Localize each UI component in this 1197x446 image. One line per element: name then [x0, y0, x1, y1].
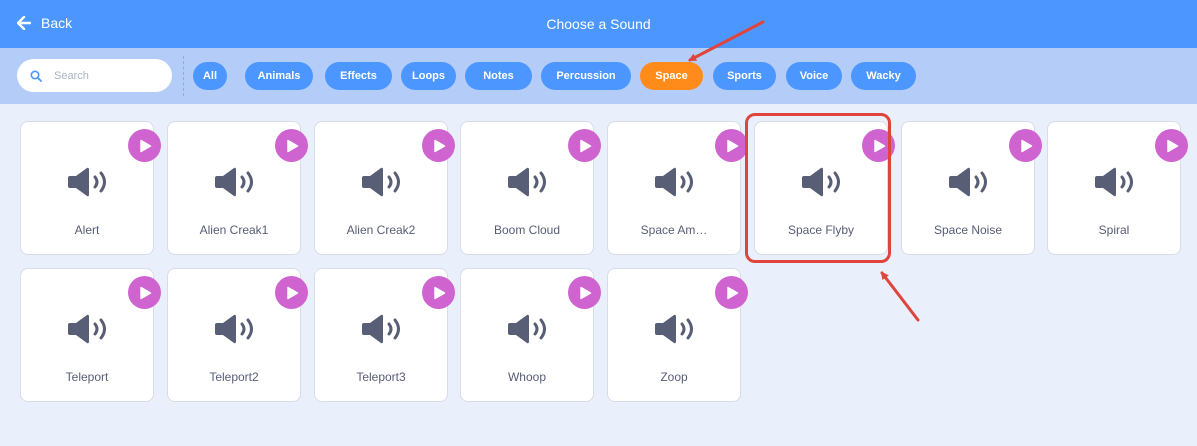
sound-label: Alien Creak1 [199, 223, 269, 237]
tag-space[interactable]: Space [640, 62, 703, 90]
sound-label: Teleport3 [356, 370, 406, 384]
sound-label: Space Flyby [787, 223, 855, 237]
sound-thumbnail [506, 166, 552, 203]
play-button[interactable] [422, 276, 455, 309]
play-icon [1166, 139, 1178, 152]
play-icon [579, 139, 591, 152]
speaker-icon [949, 167, 987, 197]
play-button[interactable] [275, 276, 308, 309]
play-button[interactable] [128, 129, 161, 162]
tag-animals[interactable]: Animals [245, 62, 313, 90]
sound-thumbnail [653, 166, 699, 203]
tag-loops[interactable]: Loops [401, 62, 456, 90]
sound-label: Alien Creak2 [346, 223, 416, 237]
tag-sports[interactable]: Sports [713, 62, 776, 90]
play-button[interactable] [128, 276, 161, 309]
play-icon [139, 286, 151, 299]
play-icon [139, 139, 151, 152]
play-button[interactable] [1155, 129, 1188, 162]
sound-thumbnail [653, 313, 699, 350]
play-button[interactable] [1009, 129, 1042, 162]
speaker-icon [68, 314, 106, 344]
play-icon [579, 286, 591, 299]
tag-wacky[interactable]: Wacky [851, 62, 916, 90]
sound-thumbnail [800, 166, 846, 203]
play-icon [726, 286, 738, 299]
play-button[interactable] [715, 276, 748, 309]
sound-label: Boom Cloud [493, 223, 561, 237]
sound-thumbnail [66, 166, 112, 203]
sound-label: Teleport [65, 370, 109, 384]
speaker-icon [68, 167, 106, 197]
play-button[interactable] [275, 129, 308, 162]
sound-grid: Alert Alien Creak1 Alien Creak2 Boom Clo… [0, 104, 1197, 446]
sound-thumbnail [1093, 166, 1139, 203]
sound-thumbnail [360, 166, 406, 203]
sound-label: Zoop [660, 370, 688, 384]
tag-effects[interactable]: Effects [325, 62, 392, 90]
sound-thumbnail [213, 313, 259, 350]
sound-thumbnail [213, 166, 259, 203]
sound-label: Whoop [507, 370, 547, 384]
search-input[interactable] [54, 69, 164, 82]
speaker-icon [802, 167, 840, 197]
tag-all[interactable]: All [193, 62, 227, 90]
play-icon [286, 286, 298, 299]
speaker-icon [655, 167, 693, 197]
sound-label: Space Am… [640, 223, 708, 237]
speaker-icon [215, 167, 253, 197]
sound-thumbnail [947, 166, 993, 203]
play-icon [1020, 139, 1032, 152]
sound-label: Spiral [1098, 223, 1130, 237]
tag-percussion[interactable]: Percussion [541, 62, 631, 90]
speaker-icon [508, 314, 546, 344]
speaker-icon [362, 314, 400, 344]
play-button[interactable] [568, 276, 601, 309]
play-button[interactable] [862, 129, 895, 162]
speaker-icon [655, 314, 693, 344]
speaker-icon [508, 167, 546, 197]
sound-label: Alert [74, 223, 100, 237]
play-button[interactable] [422, 129, 455, 162]
play-button[interactable] [715, 129, 748, 162]
speaker-icon [362, 167, 400, 197]
play-button[interactable] [568, 129, 601, 162]
play-icon [433, 286, 445, 299]
speaker-icon [215, 314, 253, 344]
sound-label: Space Noise [933, 223, 1003, 237]
filter-divider [183, 56, 184, 96]
sound-thumbnail [506, 313, 552, 350]
modal-header: Back Choose a Sound [0, 0, 1197, 48]
modal-title: Choose a Sound [546, 16, 651, 32]
sound-thumbnail [360, 313, 406, 350]
filter-bar: All Animals Effects Loops Notes Percussion Spa… [0, 48, 1197, 104]
tag-voice[interactable]: Voice [786, 62, 842, 90]
tag-notes[interactable]: Notes [465, 62, 532, 90]
speaker-icon [1095, 167, 1133, 197]
sound-thumbnail [66, 313, 112, 350]
search-icon [30, 69, 42, 82]
search-box[interactable] [17, 59, 172, 92]
sound-label: Teleport2 [209, 370, 259, 384]
play-icon [286, 139, 298, 152]
play-icon [873, 139, 885, 152]
play-icon [726, 139, 738, 152]
play-icon [433, 139, 445, 152]
